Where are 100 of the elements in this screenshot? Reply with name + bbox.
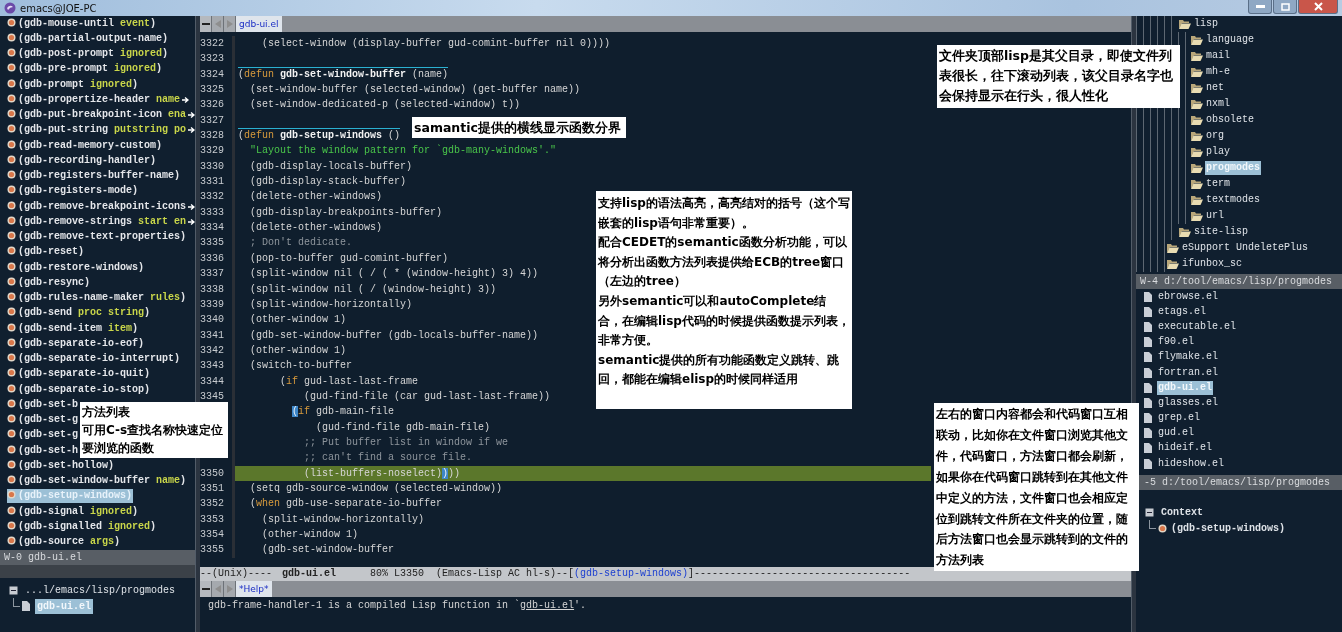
tree-item[interactable]: textmodes (1205, 193, 1261, 207)
file-item[interactable]: hideif.el (1157, 441, 1213, 456)
line-number: 3337 (200, 266, 235, 282)
method-item[interactable]: (gdb-remove-breakpoint-icons (7, 199, 188, 214)
method-item[interactable]: (gdb-reset) (7, 245, 85, 260)
method-item[interactable]: (gdb-separate-io-eof) (7, 336, 146, 351)
method-item[interactable]: (gdb-separate-io-stop) (7, 382, 152, 397)
tree-item[interactable]: (gdb-setup-windows) (1169, 520, 1288, 536)
method-item[interactable]: (gdb-propertize-header name (7, 92, 182, 107)
tree-item[interactable]: ifunbox_sc (1181, 257, 1243, 271)
file-item[interactable]: flymake.el (1157, 350, 1219, 365)
method-item[interactable]: (gdb-set-window-buffer name) (7, 474, 188, 489)
tree-item[interactable]: mail (1205, 49, 1231, 63)
tree-item[interactable]: org (1205, 129, 1225, 143)
method-item[interactable]: (gdb-pre-prompt ignored) (7, 62, 164, 77)
line-number: 3330 (200, 158, 235, 175)
bullet-icon (7, 292, 16, 302)
method-item[interactable]: (gdb-rules-name-maker rules) (7, 291, 188, 306)
method-item[interactable]: (gdb-resync) (7, 275, 91, 290)
tree-item[interactable]: nxml (1205, 97, 1231, 111)
bullet-icon (7, 353, 16, 363)
file-item[interactable]: ebrowse.el (1157, 289, 1219, 304)
bullet-icon (7, 154, 16, 164)
back-icon (214, 585, 221, 593)
method-item[interactable]: (gdb-remove-text-properties) (7, 230, 188, 245)
maximize-button[interactable] (1273, 0, 1297, 14)
buffer-tab[interactable]: gdb-ui.el (236, 16, 282, 32)
note-text: 另外semantic可以和autoComplete结合，在编辑lisp代码的时候提供函数提示列表，非常方便。 (598, 292, 850, 350)
method-item[interactable]: (gdb-recording-handler) (7, 153, 158, 168)
method-item[interactable]: (gdb-prompt ignored) (7, 77, 140, 92)
method-item[interactable]: (gdb-partial-output-name) (7, 31, 170, 46)
back-icon (214, 20, 221, 28)
file-item[interactable]: fortran.el (1157, 365, 1219, 380)
maximize-icon (1280, 2, 1290, 11)
file-item[interactable]: grep.el (1157, 411, 1201, 426)
method-item[interactable]: (gdb-send proc string) (7, 306, 152, 321)
minimize-button[interactable] (1248, 0, 1272, 14)
method-item[interactable]: (gdb-remove-strings start en (7, 214, 188, 229)
folder-icon (1179, 227, 1191, 237)
tree-item[interactable]: language (1205, 33, 1255, 47)
file-item[interactable]: hideshow.el (1157, 456, 1225, 471)
method-item[interactable]: (gdb-put-string putstring po (7, 123, 188, 138)
line-number: 3333 (200, 204, 235, 221)
method-item[interactable]: (gdb-mouse-until event) (7, 16, 158, 31)
method-item[interactable]: (gdb-separate-io-quit) (7, 367, 152, 382)
line-number: 3338 (200, 281, 235, 297)
tree-item[interactable]: ...l/emacs/lisp/progmodes (23, 582, 178, 598)
method-item[interactable]: (gdb-registers-buffer-name) (7, 169, 182, 184)
minimize-icon (1255, 5, 1265, 8)
tree-item[interactable]: play (1205, 145, 1231, 159)
tree-item[interactable]: term (1205, 177, 1231, 191)
file-item[interactable]: executable.el (1157, 319, 1237, 334)
file-item[interactable]: glasses.el (1157, 395, 1219, 410)
line-number: 3339 (200, 296, 235, 313)
tree-item[interactable]: Context (1159, 504, 1205, 520)
method-item[interactable]: (gdb-read-memory-custom) (7, 138, 164, 153)
method-item[interactable]: (gdb-separate-io-interrupt) (7, 352, 182, 367)
method-item[interactable]: (gdb-signalled ignored) (7, 519, 158, 534)
method-item[interactable]: (gdb-put-breakpoint-icon ena (7, 108, 188, 123)
buffer-tab[interactable]: *Help* (236, 581, 272, 597)
method-item[interactable]: (gdb-set-g (7, 413, 79, 428)
tree-item[interactable]: site-lisp (1193, 225, 1249, 239)
code-line: (set-window-buffer (selected-window) (get-buffer name)) (249, 83, 581, 98)
method-item[interactable]: (gdb-send-item item) (7, 321, 140, 336)
tree-item[interactable]: net (1205, 81, 1225, 95)
bullet-icon (7, 414, 16, 424)
code-line: (split-window-horizontally) (249, 297, 413, 312)
folder-icon (1191, 83, 1203, 93)
collapse-button[interactable] (200, 16, 212, 32)
tree-item[interactable]: eSupport UndeletePlus (1181, 241, 1310, 255)
close-button[interactable] (1298, 0, 1338, 14)
tree-item[interactable]: url (1205, 209, 1225, 223)
method-item[interactable]: (gdb-registers-mode) (7, 184, 140, 199)
note-text: 文件夹顶部lisp是其父目录，即使文件列表很长，往下滚动列表，该父目录名字也会保持显示在行头，很人性化 (939, 47, 1174, 105)
tree-item[interactable]: obsolete (1205, 113, 1255, 127)
note-text: 左右的窗口内容都会和代码窗口互相联动，比如你在文件窗口浏览其他文件，代码窗口，方法窗口都会刷新，如果你在代码窗口跳转到在其他文件中定义的方法，文件窗口也会相应定位到跳转文件所在文件夹的位置，随后方法窗口也会显示跳转到的文件的方法列表 (936, 406, 1129, 570)
code-line: "Layout the window pattern for `gdb-many-windows'." (249, 144, 557, 159)
method-item[interactable]: (gdb-signal ignored) (7, 504, 140, 519)
code-line: (split-window nil ( / (window-height) 3)) (249, 282, 497, 297)
method-item[interactable]: (gdb-set-hollow) (7, 458, 115, 473)
line-number: 3326 (200, 97, 235, 113)
file-link[interactable]: gdb-ui.el (520, 600, 575, 611)
note-text: 支持lisp的语法高亮，高亮结对的括号（这个写嵌套的lisp语句非常重要）。 (598, 195, 850, 232)
method-item[interactable]: (gdb-post-prompt ignored) (7, 47, 170, 62)
bullet-icon (7, 185, 16, 195)
collapse-button[interactable] (200, 581, 212, 597)
method-item[interactable]: (gdb-set-h (7, 443, 79, 458)
note-text: semantic提供的所有功能函数定义跳转、跳回，都能在编辑elisp的时候同样适用 (598, 351, 841, 389)
tree-item[interactable]: lisp (1193, 17, 1219, 31)
code-line: (gdb-display-stack-buffer) (249, 175, 407, 190)
method-item[interactable]: (gdb-set-b (7, 397, 79, 412)
file-item[interactable]: etags.el (1157, 304, 1207, 319)
line-number: 3336 (200, 250, 235, 267)
method-item[interactable]: (gdb-set-g (7, 428, 79, 443)
file-item[interactable]: gud.el (1157, 426, 1195, 441)
method-item[interactable]: (gdb-source args) (7, 535, 122, 550)
file-item[interactable]: f90.el (1157, 335, 1195, 350)
method-item[interactable]: (gdb-restore-windows) (7, 260, 146, 275)
file-icon (1144, 291, 1152, 302)
tree-item[interactable]: mh-e (1205, 65, 1231, 79)
